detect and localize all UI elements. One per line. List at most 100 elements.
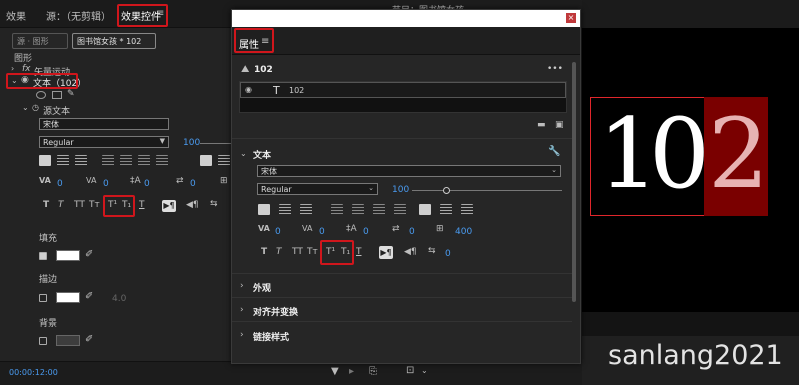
dialog-titlebar[interactable]: × <box>232 10 580 27</box>
all-caps-button[interactable]: TT <box>74 201 85 210</box>
collapse-arrow-icon[interactable]: ⌄ <box>11 77 18 85</box>
font-style-dropdown[interactable]: Regular ▼ <box>39 136 169 148</box>
new-layer-icon[interactable]: ▣ <box>555 121 564 130</box>
pen-icon[interactable]: ✎ <box>67 90 75 99</box>
underline-button[interactable]: T <box>356 248 362 257</box>
faux-bold-button[interactable]: T <box>43 201 49 210</box>
fill-color-swatch[interactable] <box>56 250 80 261</box>
right-to-left-icon[interactable]: ◀¶ <box>404 248 417 257</box>
font-style-dropdown[interactable]: Regular ⌄ <box>257 183 378 195</box>
fx-icon[interactable]: fx <box>22 65 31 74</box>
align-middle-button[interactable] <box>218 155 230 166</box>
font-family-field[interactable]: 宋体 ⌄ <box>257 165 561 177</box>
align-middle-button[interactable] <box>440 204 452 215</box>
eyedropper-icon[interactable]: ✐ <box>85 250 93 260</box>
tab-menu-icon[interactable]: ≡ <box>156 8 164 19</box>
leading-value[interactable]: 0 <box>363 227 369 237</box>
section-linked-styles[interactable]: 链接样式 <box>253 330 289 343</box>
tab-source[interactable]: 源：（无剪辑） <box>46 8 111 23</box>
new-folder-icon[interactable]: ▬ <box>537 121 546 130</box>
tracking-value[interactable]: 0 <box>57 179 63 189</box>
export-icon[interactable]: ⎘ <box>369 367 377 377</box>
kerning-value[interactable]: 0 <box>319 227 325 237</box>
justify-all-button[interactable] <box>394 204 406 215</box>
expand-arrow-icon[interactable]: › <box>240 306 244 315</box>
play-audio-icon[interactable]: ▸ <box>349 367 354 377</box>
superscript-button[interactable]: T¹ <box>326 248 335 257</box>
tab-menu-icon[interactable]: ≡ <box>261 36 269 47</box>
dialog-scrollbar[interactable] <box>572 62 576 302</box>
background-checkbox[interactable] <box>39 337 47 345</box>
tab-width-icon[interactable]: ⇆ <box>428 247 436 256</box>
subscript-button[interactable]: T₁ <box>122 201 131 210</box>
master-clip-chip[interactable]: 源 · 图形 <box>12 33 68 49</box>
align-left-button[interactable] <box>39 155 51 166</box>
tab-width-value[interactable]: 0 <box>445 249 451 259</box>
superscript-button[interactable]: T¹ <box>108 201 117 210</box>
chevron-down-icon[interactable]: ⌄ <box>421 367 428 375</box>
eyedropper-icon[interactable]: ✐ <box>85 335 93 345</box>
sequence-clip-chip[interactable]: 图书馆女孩 * 102 <box>72 33 156 49</box>
tab-effect-controls[interactable]: 效果控件 <box>121 8 161 23</box>
section-align-transform[interactable]: 对齐并变换 <box>253 305 298 318</box>
collapse-arrow-icon[interactable]: ⌄ <box>22 104 29 112</box>
tracking-percent-value[interactable]: 400 <box>455 227 472 237</box>
expand-arrow-icon[interactable]: › <box>240 282 244 291</box>
align-top-button[interactable] <box>419 204 431 215</box>
fill-checkbox[interactable] <box>39 252 47 260</box>
leading-value[interactable]: 0 <box>144 179 150 189</box>
justify-all-button[interactable] <box>156 155 168 166</box>
layer-row-text[interactable]: ◉ T 102 <box>240 82 566 98</box>
more-options-icon[interactable]: ••• <box>547 64 563 74</box>
justify-last-left-button[interactable] <box>331 204 343 215</box>
stroke-checkbox[interactable] <box>39 294 47 302</box>
rectangle-mask-icon[interactable] <box>52 91 62 99</box>
close-icon[interactable]: × <box>566 13 576 23</box>
small-caps-button[interactable]: Tт <box>89 201 100 210</box>
faux-bold-button[interactable]: T <box>261 248 267 257</box>
tracking-value[interactable]: 0 <box>275 227 281 237</box>
align-center-button[interactable] <box>279 204 291 215</box>
justify-last-right-button[interactable] <box>373 204 385 215</box>
stroke-color-swatch[interactable] <box>56 292 80 303</box>
ellipse-mask-icon[interactable] <box>36 91 46 99</box>
safe-margins-icon[interactable]: ⊡ <box>406 366 414 376</box>
baseline-value[interactable]: 0 <box>409 227 415 237</box>
align-right-button[interactable] <box>75 155 87 166</box>
left-to-right-button[interactable]: ▶¶ <box>379 246 393 259</box>
eyedropper-icon[interactable]: ✐ <box>85 292 93 302</box>
kerning-value[interactable]: 0 <box>103 179 109 189</box>
justify-last-center-button[interactable] <box>352 204 364 215</box>
font-size-slider-track[interactable] <box>412 190 562 191</box>
font-size-slider-handle[interactable] <box>443 187 450 194</box>
justify-last-right-button[interactable] <box>138 155 150 166</box>
small-caps-button[interactable]: Tт <box>307 248 318 257</box>
justify-last-center-button[interactable] <box>120 155 132 166</box>
left-to-right-button[interactable]: ▶¶ <box>162 200 176 212</box>
align-right-button[interactable] <box>300 204 312 215</box>
font-family-field[interactable]: 宋体 <box>39 118 169 130</box>
baseline-value[interactable]: 0 <box>190 179 196 189</box>
wrench-icon[interactable]: 🔧 <box>548 147 560 157</box>
eye-icon[interactable]: ◉ <box>245 86 252 94</box>
align-left-button[interactable] <box>258 204 270 215</box>
timeline-ruler[interactable] <box>582 312 799 336</box>
section-appearance[interactable]: 外观 <box>253 281 271 294</box>
faux-italic-button[interactable]: T <box>58 201 64 210</box>
timecode[interactable]: 00:00:12:00 <box>9 368 58 377</box>
font-size-value[interactable]: 100 <box>183 138 200 148</box>
underline-button[interactable]: T <box>139 201 145 210</box>
align-bottom-button[interactable] <box>461 204 473 215</box>
all-caps-button[interactable]: TT <box>292 248 303 257</box>
stroke-width-value[interactable]: 4.0 <box>112 294 126 304</box>
background-color-swatch[interactable] <box>56 335 80 346</box>
font-size-value[interactable]: 100 <box>392 185 409 195</box>
faux-italic-button[interactable]: T <box>276 248 282 257</box>
filter-icon[interactable]: ▼ <box>331 367 339 377</box>
tab-effects[interactable]: 效果 <box>6 8 26 23</box>
justify-last-left-button[interactable] <box>102 155 114 166</box>
expand-arrow-icon[interactable]: › <box>11 65 14 73</box>
align-top-button[interactable] <box>200 155 212 166</box>
right-to-left-icon[interactable]: ◀¶ <box>186 201 199 210</box>
collapse-arrow-icon[interactable]: ⌄ <box>240 150 247 158</box>
